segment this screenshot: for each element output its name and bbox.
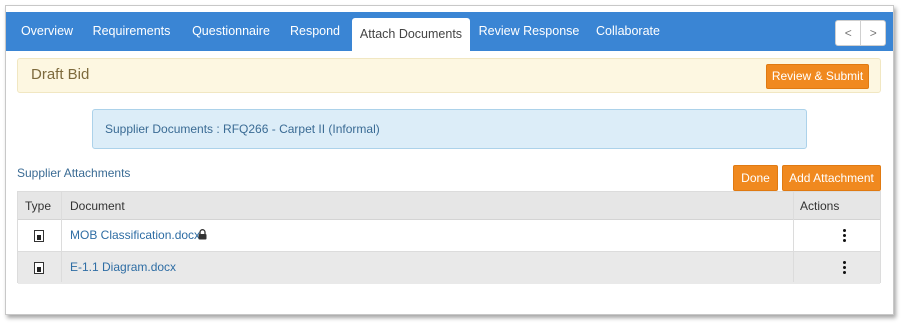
lock-icon [198,229,207,240]
tab-questionnaire[interactable]: Questionnaire [183,12,279,51]
done-button[interactable]: Done [733,165,778,191]
draft-bid-banner: Draft Bid Review & Submit [17,58,881,93]
column-divider [61,192,62,282]
tab-review-response[interactable]: Review Response [476,12,582,51]
table-header: Type Document Actions [18,192,880,220]
supplier-documents-info: Supplier Documents : RFQ266 - Carpet II … [92,109,807,149]
tab-scroll-left-button[interactable]: < [836,21,860,45]
supplier-attachments-label: Supplier Attachments [17,166,131,180]
table-row: MOB Classification.docx [18,220,880,252]
draft-bid-title: Draft Bid [31,66,90,83]
column-header-type: Type [25,199,52,213]
document-icon [34,262,44,274]
attachments-table: Type Document Actions MOB Classification… [17,191,881,284]
column-header-document: Document [70,199,125,213]
document-link[interactable]: MOB Classification.docx [70,220,200,252]
table-row: E-1.1 Diagram.docx [18,252,880,284]
row-actions-menu-icon[interactable] [840,260,850,276]
column-divider [793,192,794,282]
tab-overview[interactable]: Overview [11,12,83,51]
tab-scroll-right-button[interactable]: > [860,21,885,45]
tab-collaborate[interactable]: Collaborate [588,12,668,51]
main-panel: Overview Requirements Questionnaire Resp… [5,5,894,315]
document-icon [34,230,44,242]
tab-scroll-controls: < > [835,20,886,46]
tab-respond[interactable]: Respond [284,12,346,51]
tab-attach-documents[interactable]: Attach Documents [352,18,470,51]
add-attachment-button[interactable]: Add Attachment [782,165,881,191]
review-submit-button[interactable]: Review & Submit [766,64,869,89]
tab-bar: Overview Requirements Questionnaire Resp… [6,12,893,51]
column-header-actions[interactable]: Actions [800,192,839,220]
row-actions-menu-icon[interactable] [840,228,850,244]
document-link[interactable]: E-1.1 Diagram.docx [70,252,176,284]
tab-requirements[interactable]: Requirements [85,12,178,51]
